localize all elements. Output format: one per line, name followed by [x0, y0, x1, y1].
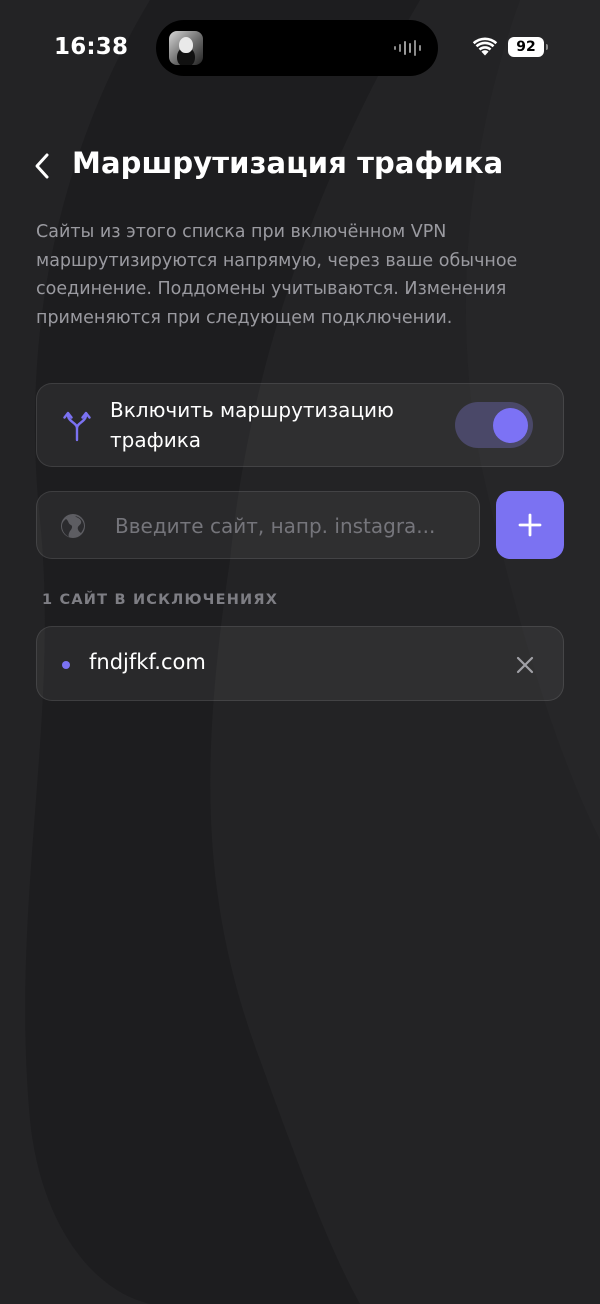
split-route-icon [63, 411, 91, 442]
list-item: fndjfkf.com [36, 626, 564, 701]
exclusions-count-label: 1 САЙТ В ИСКЛЮЧЕНИЯХ [42, 592, 279, 608]
site-input-field[interactable] [36, 491, 480, 559]
now-playing-artwork [169, 31, 203, 65]
status-bar: 16:38 92 [0, 0, 600, 96]
plus-icon [518, 513, 542, 537]
battery-indicator: 92 [508, 37, 548, 57]
add-site-button[interactable] [496, 491, 564, 559]
close-icon [516, 656, 534, 674]
list-bullet [62, 661, 70, 669]
description-text: Сайты из этого списка при включённом VPN… [36, 222, 518, 328]
globe-icon [61, 514, 85, 538]
waveform-icon [394, 40, 421, 56]
back-button[interactable] [24, 146, 60, 186]
status-icons: 92 [472, 36, 548, 58]
routing-toggle-label: Включить маршрутизацию трафика [110, 398, 394, 452]
remove-site-button[interactable] [511, 651, 539, 679]
toggle-knob [493, 408, 528, 443]
page-title: Маршрутизация трафика [72, 146, 504, 180]
routing-toggle-card[interactable]: Включить маршрутизацию трафика [36, 383, 564, 467]
chevron-left-icon [35, 153, 49, 179]
site-domain: fndjfkf.com [89, 650, 206, 674]
dynamic-island[interactable] [156, 20, 438, 76]
status-time: 16:38 [54, 34, 129, 60]
routing-toggle-switch[interactable] [455, 402, 533, 448]
wifi-icon [472, 37, 498, 56]
site-input[interactable] [115, 506, 465, 546]
